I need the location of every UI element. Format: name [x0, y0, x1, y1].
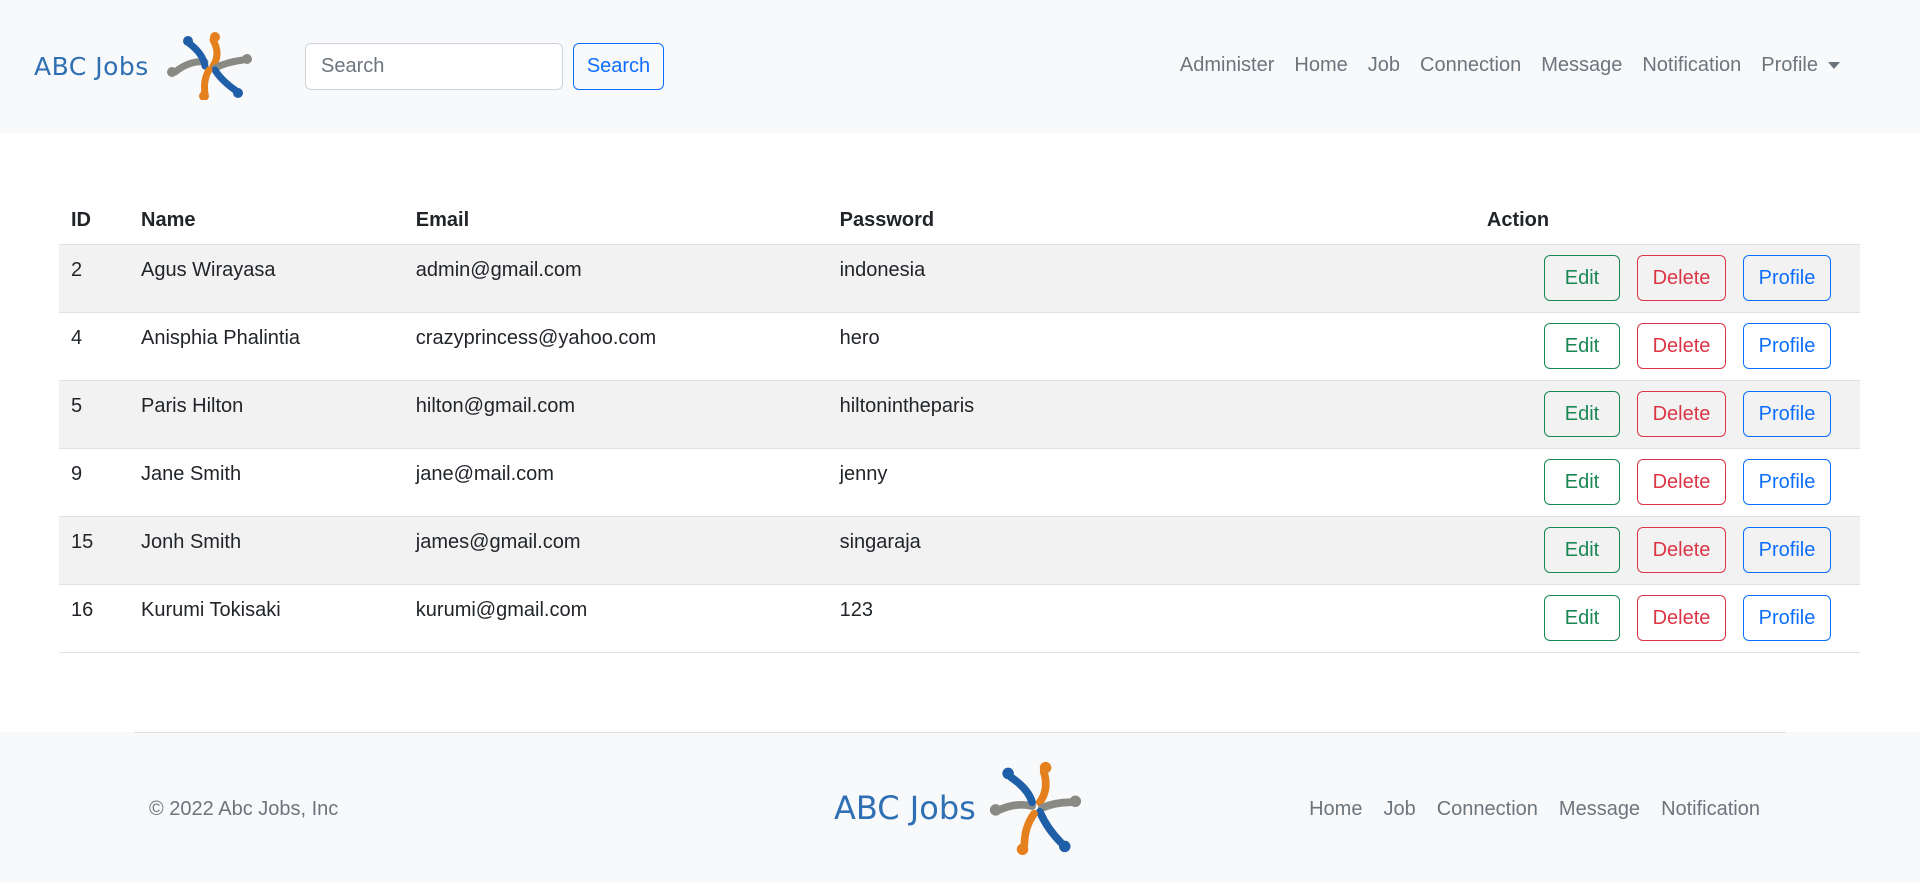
search-input[interactable]	[305, 43, 563, 90]
cell-id: 15	[71, 530, 94, 553]
users-table: ID Name Email Password Action 2 Agus Wir…	[59, 198, 1860, 653]
main-nav: Administer Home Job Connection Message N…	[1160, 54, 1840, 77]
cell-actions: Edit Delete Profile	[1176, 584, 1860, 652]
cell-name: Anisphia Phalintia	[141, 326, 301, 349]
cell-actions: Edit Delete Profile	[1176, 312, 1860, 380]
footer-brand-link[interactable]: ABC Jobs	[834, 760, 1088, 856]
cell-password: indonesia	[839, 258, 926, 281]
people-circle-logo-icon	[166, 32, 252, 100]
cell-name: Agus Wirayasa	[141, 258, 276, 281]
cell-email: admin@gmail.com	[415, 258, 582, 281]
brand-link[interactable]: ABC Jobs	[34, 28, 265, 104]
cell-name: Kurumi Tokisaki	[141, 598, 281, 621]
footer-link-connection[interactable]: Connection	[1437, 798, 1538, 821]
edit-button[interactable]: Edit	[1544, 391, 1620, 437]
footer-link-home[interactable]: Home	[1309, 798, 1362, 821]
search-button[interactable]: Search	[573, 43, 664, 90]
nav-link-notification[interactable]: Notification	[1642, 54, 1741, 77]
cell-actions: Edit Delete Profile	[1176, 244, 1860, 312]
copyright-text: © 2022 Abc Jobs, Inc	[149, 798, 339, 820]
cell-email: james@gmail.com	[415, 530, 581, 553]
table-row: 15 Jonh Smith james@gmail.com singaraja …	[59, 516, 1860, 584]
footer-nav: Home Job Connection Message Notification	[1288, 798, 1760, 821]
cell-password: singaraja	[839, 530, 921, 553]
profile-button[interactable]: Profile	[1743, 595, 1831, 641]
cell-email: kurumi@gmail.com	[415, 598, 588, 621]
cell-email: crazyprincess@yahoo.com	[415, 326, 657, 349]
header-password: Password	[827, 198, 1176, 245]
header-action: Action	[1176, 198, 1860, 245]
nav-link-administer[interactable]: Administer	[1180, 54, 1274, 77]
footer-divider	[134, 732, 1786, 733]
table-row: 9 Jane Smith jane@mail.com jenny Edit Del…	[59, 448, 1860, 516]
profile-button[interactable]: Profile	[1743, 527, 1831, 573]
profile-dropdown-toggle[interactable]: Profile	[1761, 54, 1840, 77]
nav-link-message[interactable]: Message	[1541, 54, 1622, 77]
edit-button[interactable]: Edit	[1544, 323, 1620, 369]
table-row: 4 Anisphia Phalintia crazyprincess@yahoo…	[59, 312, 1860, 380]
page-footer: © 2022 Abc Jobs, Inc ABC Jobs Home Job C…	[0, 732, 1920, 882]
footer-link-job[interactable]: Job	[1383, 798, 1415, 821]
header-name: Name	[129, 198, 404, 245]
nav-link-home[interactable]: Home	[1294, 54, 1347, 77]
cell-actions: Edit Delete Profile	[1176, 380, 1860, 448]
delete-button[interactable]: Delete	[1637, 527, 1726, 573]
people-circle-logo-icon	[989, 761, 1081, 856]
edit-button[interactable]: Edit	[1544, 527, 1620, 573]
cell-password: hiltonintheparis	[839, 394, 975, 417]
cell-actions: Edit Delete Profile	[1176, 516, 1860, 584]
header-id: ID	[59, 198, 130, 245]
delete-button[interactable]: Delete	[1637, 391, 1726, 437]
table-row: 5 Paris Hilton hilton@gmail.com hiltonin…	[59, 380, 1860, 448]
cell-password: 123	[839, 598, 873, 621]
cell-name: Jane Smith	[141, 462, 242, 485]
cell-password: jenny	[839, 462, 888, 485]
footer-brand-name: ABC Jobs	[834, 789, 976, 827]
cell-id: 5	[71, 394, 83, 417]
caret-down-icon	[1828, 62, 1840, 69]
cell-password: hero	[839, 326, 880, 349]
cell-id: 4	[71, 326, 83, 349]
profile-dropdown-label: Profile	[1761, 54, 1818, 76]
table-header-row: ID Name Email Password Action	[59, 198, 1860, 245]
nav-link-connection[interactable]: Connection	[1420, 54, 1521, 77]
cell-name: Jonh Smith	[141, 530, 242, 553]
edit-button[interactable]: Edit	[1544, 595, 1620, 641]
header-email: Email	[403, 198, 828, 245]
edit-button[interactable]: Edit	[1544, 459, 1620, 505]
edit-button[interactable]: Edit	[1544, 255, 1620, 301]
footer-link-message[interactable]: Message	[1559, 798, 1640, 821]
cell-id: 16	[71, 598, 94, 621]
profile-button[interactable]: Profile	[1743, 323, 1831, 369]
cell-email: hilton@gmail.com	[415, 394, 576, 417]
cell-name: Paris Hilton	[141, 394, 244, 417]
delete-button[interactable]: Delete	[1637, 459, 1726, 505]
nav-link-job[interactable]: Job	[1368, 54, 1400, 77]
delete-button[interactable]: Delete	[1637, 323, 1726, 369]
table-row: 2 Agus Wirayasa admin@gmail.com indonesi…	[59, 244, 1860, 312]
users-table-container: ID Name Email Password Action 2 Agus Wir…	[59, 198, 1860, 653]
table-row: 16 Kurumi Tokisaki kurumi@gmail.com 123 …	[59, 584, 1860, 652]
cell-email: jane@mail.com	[415, 462, 554, 485]
profile-button[interactable]: Profile	[1743, 459, 1831, 505]
profile-button[interactable]: Profile	[1743, 255, 1831, 301]
top-navbar: ABC Jobs Search Administer Home Job Conn…	[0, 0, 1920, 133]
cell-id: 9	[71, 462, 83, 485]
profile-button[interactable]: Profile	[1743, 391, 1831, 437]
footer-link-notification[interactable]: Notification	[1661, 798, 1760, 821]
delete-button[interactable]: Delete	[1637, 255, 1726, 301]
cell-actions: Edit Delete Profile	[1176, 448, 1860, 516]
cell-id: 2	[71, 258, 83, 281]
delete-button[interactable]: Delete	[1637, 595, 1726, 641]
brand-name: ABC Jobs	[34, 51, 149, 81]
